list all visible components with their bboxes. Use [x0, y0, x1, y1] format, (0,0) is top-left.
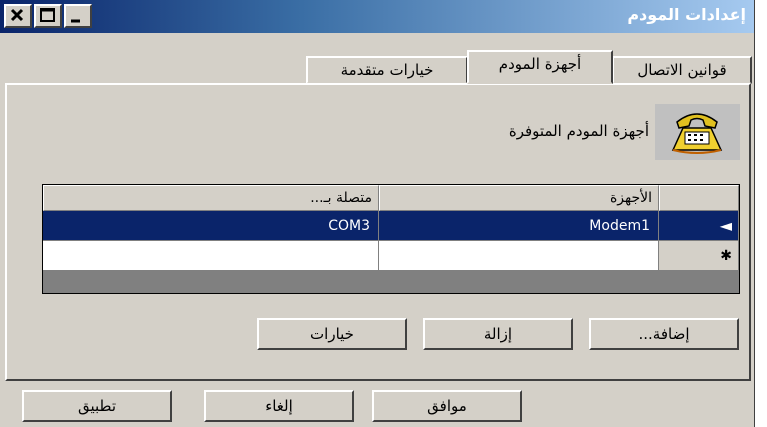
cancel-button[interactable]: إلغاء [204, 390, 354, 422]
column-header-devices[interactable]: الأجهزة [379, 185, 659, 211]
port-cell[interactable] [43, 241, 379, 271]
available-modems-label: أجهزة المودم المتوفرة [508, 122, 649, 140]
modem-settings-window: إعدادات المودم قوانين الاتصال أجهزة المو… [0, 0, 755, 427]
minimize-icon [71, 19, 80, 23]
column-header-port[interactable]: متصلة بـ... [43, 185, 379, 211]
port-cell[interactable]: COM3 [43, 211, 379, 241]
tab-modems[interactable]: أجهزة المودم [467, 50, 613, 84]
minimize-button[interactable] [64, 4, 92, 28]
row-indicator-icon: ◄ [659, 211, 739, 241]
window-title: إعدادات المودم [627, 5, 746, 24]
tab-dialing-rules[interactable]: قوانين الاتصال [612, 56, 752, 84]
column-header-indicator [659, 185, 739, 211]
close-button[interactable] [4, 4, 32, 28]
maximize-icon [40, 8, 55, 22]
remove-button[interactable]: إزالة [423, 318, 573, 350]
title-bar[interactable]: إعدادات المودم [0, 0, 754, 33]
maximize-button[interactable] [34, 4, 62, 28]
device-cell[interactable] [379, 241, 659, 271]
close-icon [10, 8, 24, 22]
new-row-icon: ✱ [659, 241, 739, 271]
telephone-icon [655, 104, 740, 160]
tab-advanced[interactable]: خيارات متقدمة [306, 56, 468, 84]
apply-button[interactable]: تطبيق [22, 390, 172, 422]
ok-button[interactable]: موافق [372, 390, 522, 422]
modems-grid[interactable]: متصلة بـ... الأجهزة COM3 Modem1 ◄ ✱ [42, 184, 740, 294]
options-button[interactable]: خيارات [257, 318, 407, 350]
device-cell[interactable]: Modem1 [379, 211, 659, 241]
add-button[interactable]: إضافة... [589, 318, 739, 350]
